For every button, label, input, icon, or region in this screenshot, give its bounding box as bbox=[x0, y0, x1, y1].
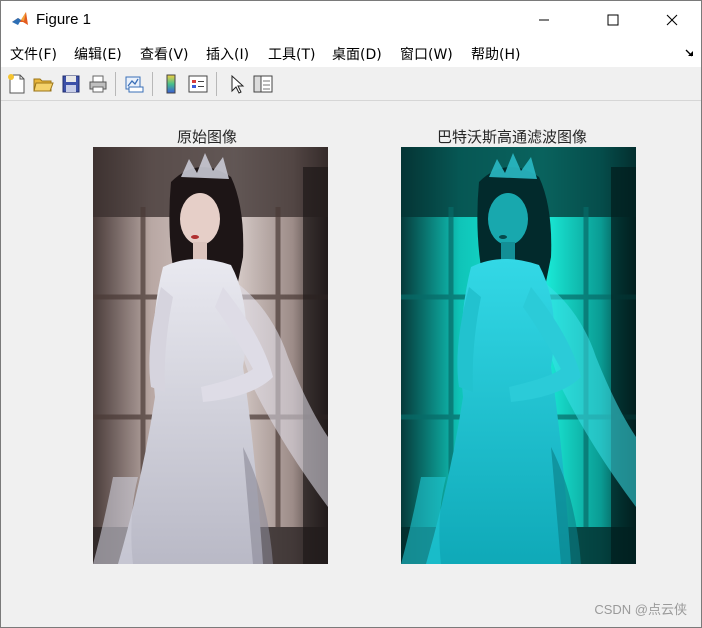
close-button[interactable] bbox=[649, 1, 695, 39]
close-icon bbox=[666, 14, 678, 26]
menu-view[interactable]: 查看(V) bbox=[140, 44, 189, 64]
title-bar: Figure 1 bbox=[1, 1, 701, 39]
right-axes-title: 巴特沃斯高通滤波图像 bbox=[437, 128, 588, 146]
menu-tools[interactable]: 工具(T) bbox=[268, 44, 315, 64]
menu-desktop[interactable]: 桌面(D) bbox=[332, 44, 382, 64]
left-axes-title: 原始图像 bbox=[177, 128, 238, 146]
menu-window[interactable]: 窗口(W) bbox=[400, 44, 453, 64]
filtered-photo-icon bbox=[401, 147, 636, 564]
save-icon[interactable] bbox=[60, 73, 82, 95]
dock-arrow-icon[interactable] bbox=[685, 48, 695, 58]
new-figure-icon[interactable] bbox=[6, 73, 28, 95]
minimize-icon bbox=[539, 19, 549, 21]
link-plot-icon[interactable] bbox=[123, 73, 145, 95]
maximize-button[interactable] bbox=[590, 1, 636, 39]
legend-icon[interactable] bbox=[187, 73, 209, 95]
figure-window: Figure 1 文件(F) 编辑(E) 查看(V) 插入(I) 工具(T) 桌… bbox=[0, 0, 702, 628]
maximize-icon bbox=[607, 14, 619, 26]
menu-bar: 文件(F) 编辑(E) 查看(V) 插入(I) 工具(T) 桌面(D) 窗口(W… bbox=[1, 39, 701, 67]
toolbar-separator bbox=[152, 72, 153, 96]
print-icon[interactable] bbox=[87, 73, 109, 95]
menu-insert[interactable]: 插入(I) bbox=[206, 44, 249, 64]
menu-edit[interactable]: 编辑(E) bbox=[74, 44, 122, 64]
original-image bbox=[93, 147, 328, 564]
original-photo-icon bbox=[93, 147, 328, 564]
toolbar-separator bbox=[216, 72, 217, 96]
toolbar-separator bbox=[115, 72, 116, 96]
menu-help[interactable]: 帮助(H) bbox=[471, 44, 520, 64]
matlab-logo-icon bbox=[10, 9, 30, 29]
select-pointer-icon[interactable] bbox=[226, 73, 248, 95]
colorbar-icon[interactable] bbox=[160, 73, 182, 95]
property-inspector-icon[interactable] bbox=[252, 73, 274, 95]
minimize-button[interactable] bbox=[521, 1, 567, 39]
window-title: Figure 1 bbox=[36, 11, 92, 28]
watermark: CSDN @点云侠 bbox=[594, 602, 687, 617]
filtered-image bbox=[401, 147, 636, 564]
toolbar bbox=[1, 67, 701, 101]
open-file-icon[interactable] bbox=[32, 73, 54, 95]
menu-file[interactable]: 文件(F) bbox=[10, 44, 57, 64]
figure-canvas[interactable]: 原始图像 巴特沃斯高通滤波图像 CSDN @点云侠 bbox=[1, 102, 701, 627]
